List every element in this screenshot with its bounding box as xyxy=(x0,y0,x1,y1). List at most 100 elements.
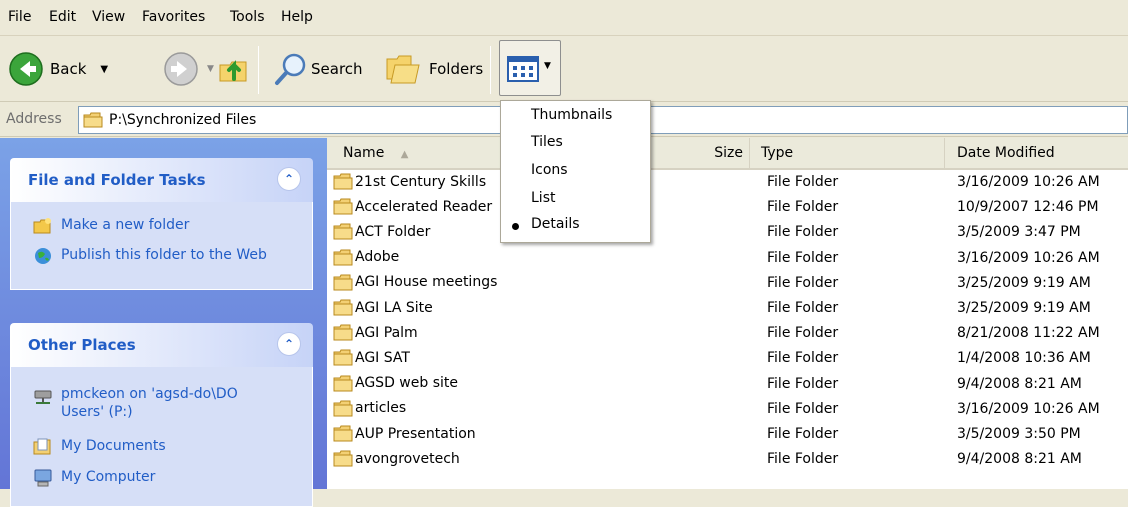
new-folder-icon xyxy=(33,218,51,234)
view-icons[interactable]: Icons xyxy=(531,162,568,178)
make-new-folder-link[interactable]: Make a new folder xyxy=(33,216,189,236)
up-folder-icon xyxy=(219,60,247,82)
panel-body: pmckeon on 'agsd-do\DO Users' (P:) My Do… xyxy=(10,367,313,507)
file-name-cell: AGI SAT xyxy=(333,349,608,366)
table-row[interactable]: AGI House meetings File Folder 3/25/2009 9… xyxy=(327,271,1128,296)
panel-title: Other Places xyxy=(28,336,136,354)
address-label: Address xyxy=(6,111,62,127)
table-row[interactable]: articles File Folder 3/16/2009 10:26 AM xyxy=(327,397,1128,422)
place-label: pmckeon on 'agsd-do\DO Users' (P:) xyxy=(61,386,238,420)
file-name: Adobe xyxy=(355,249,400,266)
file-type: File Folder xyxy=(767,274,839,291)
folder-icon xyxy=(333,249,353,266)
file-name: AGI House meetings xyxy=(355,274,498,291)
table-row[interactable]: AGI Palm File Folder 8/21/2008 11:22 AM xyxy=(327,321,1128,346)
my-computer-link[interactable]: My Computer xyxy=(33,468,155,488)
my-computer-icon xyxy=(34,469,52,487)
file-name-cell: AGI LA Site xyxy=(333,299,608,316)
folder-icon xyxy=(333,375,353,392)
file-type: File Folder xyxy=(767,426,839,442)
table-row[interactable]: Accelerated Reader File Folder 10/9/2007 1… xyxy=(327,195,1128,220)
file-date-modified: 3/16/2009 10:26 AM xyxy=(957,249,1100,266)
file-date-modified: 3/16/2009 10:26 AM xyxy=(957,174,1100,190)
back-dropdown-icon[interactable]: ▼ xyxy=(100,64,108,75)
folder-icon xyxy=(333,299,353,316)
my-documents-link[interactable]: My Documents xyxy=(33,437,166,457)
folder-icon xyxy=(333,173,353,190)
table-row[interactable]: AGI LA Site File Folder 3/25/2009 9:19 AM xyxy=(327,296,1128,321)
table-row[interactable]: Adobe File Folder 3/16/2009 10:26 AM xyxy=(327,246,1128,271)
menu-help[interactable]: Help xyxy=(281,9,313,25)
column-name-label: Name xyxy=(343,145,385,161)
file-date-modified: 9/4/2008 8:21 AM xyxy=(957,451,1082,468)
file-name: AGSD web site xyxy=(355,375,458,392)
file-name: 21st Century Skills xyxy=(355,173,487,190)
search-button[interactable]: Search xyxy=(273,48,363,90)
column-date-modified[interactable]: Date Modified xyxy=(945,138,1128,168)
file-name: avongrovetech xyxy=(355,450,460,467)
table-row[interactable]: AGSD web site File Folder 9/4/2008 8:21 AM xyxy=(327,372,1128,397)
panel-header[interactable]: Other Places ⌃ xyxy=(10,323,313,367)
task-pane: File and Folder Tasks ⌃ Make a new folde… xyxy=(0,138,327,507)
view-details[interactable]: Details xyxy=(531,216,580,232)
menu-bar: File Edit View Favorites Tools Help xyxy=(0,0,1128,36)
back-button[interactable]: Back ▼ xyxy=(8,48,108,90)
file-type: File Folder xyxy=(767,249,839,266)
toolbar-separator xyxy=(258,46,259,94)
file-name: ACT Folder xyxy=(355,223,431,240)
folders-icon xyxy=(386,55,420,84)
table-row[interactable]: AGI SAT File Folder 1/4/2008 10:36 AM xyxy=(327,346,1128,371)
views-button[interactable]: ▼ xyxy=(499,40,561,96)
table-row[interactable]: ACT Folder File Folder 3/5/2009 3:47 PM xyxy=(327,220,1128,245)
file-date-modified: 3/25/2009 9:19 AM xyxy=(957,300,1091,316)
file-name: AGI Palm xyxy=(355,324,418,341)
task-label: Publish this folder to the Web xyxy=(61,247,267,263)
file-date-modified: 9/4/2008 8:21 AM xyxy=(957,375,1082,392)
file-name: articles xyxy=(355,400,407,417)
collapse-icon[interactable]: ⌃ xyxy=(277,332,301,356)
collapse-icon[interactable]: ⌃ xyxy=(277,167,301,191)
forward-arrow-icon xyxy=(164,52,198,86)
view-list[interactable]: List xyxy=(531,190,555,206)
table-row[interactable]: avongrovetech File Folder 9/4/2008 8:21 AM xyxy=(327,447,1128,472)
menu-favorites[interactable]: Favorites xyxy=(142,9,205,25)
place-label: My Computer xyxy=(61,469,156,485)
publish-folder-link[interactable]: Publish this folder to the Web xyxy=(33,246,273,266)
view-tiles[interactable]: Tiles xyxy=(531,134,563,150)
view-thumbnails[interactable]: Thumbnails xyxy=(531,107,612,123)
file-name: AGI LA Site xyxy=(355,299,433,316)
table-row[interactable]: AUP Presentation File Folder 3/5/2009 3:50… xyxy=(327,422,1128,447)
folder-icon xyxy=(333,324,353,341)
folders-button[interactable]: Folders xyxy=(385,48,483,90)
network-drive-link[interactable]: pmckeon on 'agsd-do\DO Users' (P:) xyxy=(33,385,273,421)
file-name-cell: AGSD web site xyxy=(333,375,608,392)
forward-button[interactable]: ▼ xyxy=(163,48,214,90)
file-type: File Folder xyxy=(767,224,839,241)
task-label: Make a new folder xyxy=(61,217,190,233)
up-folder-button[interactable] xyxy=(216,48,252,90)
menu-view[interactable]: View xyxy=(92,9,125,25)
table-row[interactable]: 21st Century Skills File Folder 3/16/2009 … xyxy=(327,170,1128,195)
menu-file[interactable]: File xyxy=(8,9,31,25)
panel-body: Make a new folder Publish this folder to… xyxy=(10,202,313,290)
search-label: Search xyxy=(311,60,363,78)
address-value: P:\Synchronized Files xyxy=(109,112,257,128)
views-icon xyxy=(507,56,539,82)
menu-edit[interactable]: Edit xyxy=(49,9,76,25)
back-label: Back xyxy=(50,60,87,78)
forward-dropdown-icon[interactable]: ▼ xyxy=(207,64,214,74)
file-type: File Folder xyxy=(767,400,839,417)
column-type[interactable]: Type xyxy=(750,138,945,168)
file-date-modified: 1/4/2008 10:36 AM xyxy=(957,350,1091,367)
file-date-modified: 3/16/2009 10:26 AM xyxy=(957,400,1100,417)
folder-icon xyxy=(333,400,353,417)
panel-header[interactable]: File and Folder Tasks ⌃ xyxy=(10,158,313,202)
folder-icon xyxy=(333,223,353,240)
folder-icon xyxy=(333,349,353,366)
menu-tools[interactable]: Tools xyxy=(230,9,265,25)
file-name: AUP Presentation xyxy=(355,425,476,442)
other-places-panel: Other Places ⌃ pmckeon on 'agsd-do\DO Us… xyxy=(10,323,313,507)
file-type: File Folder xyxy=(767,199,839,216)
selected-bullet-icon xyxy=(512,223,519,230)
file-type: File Folder xyxy=(767,300,839,316)
